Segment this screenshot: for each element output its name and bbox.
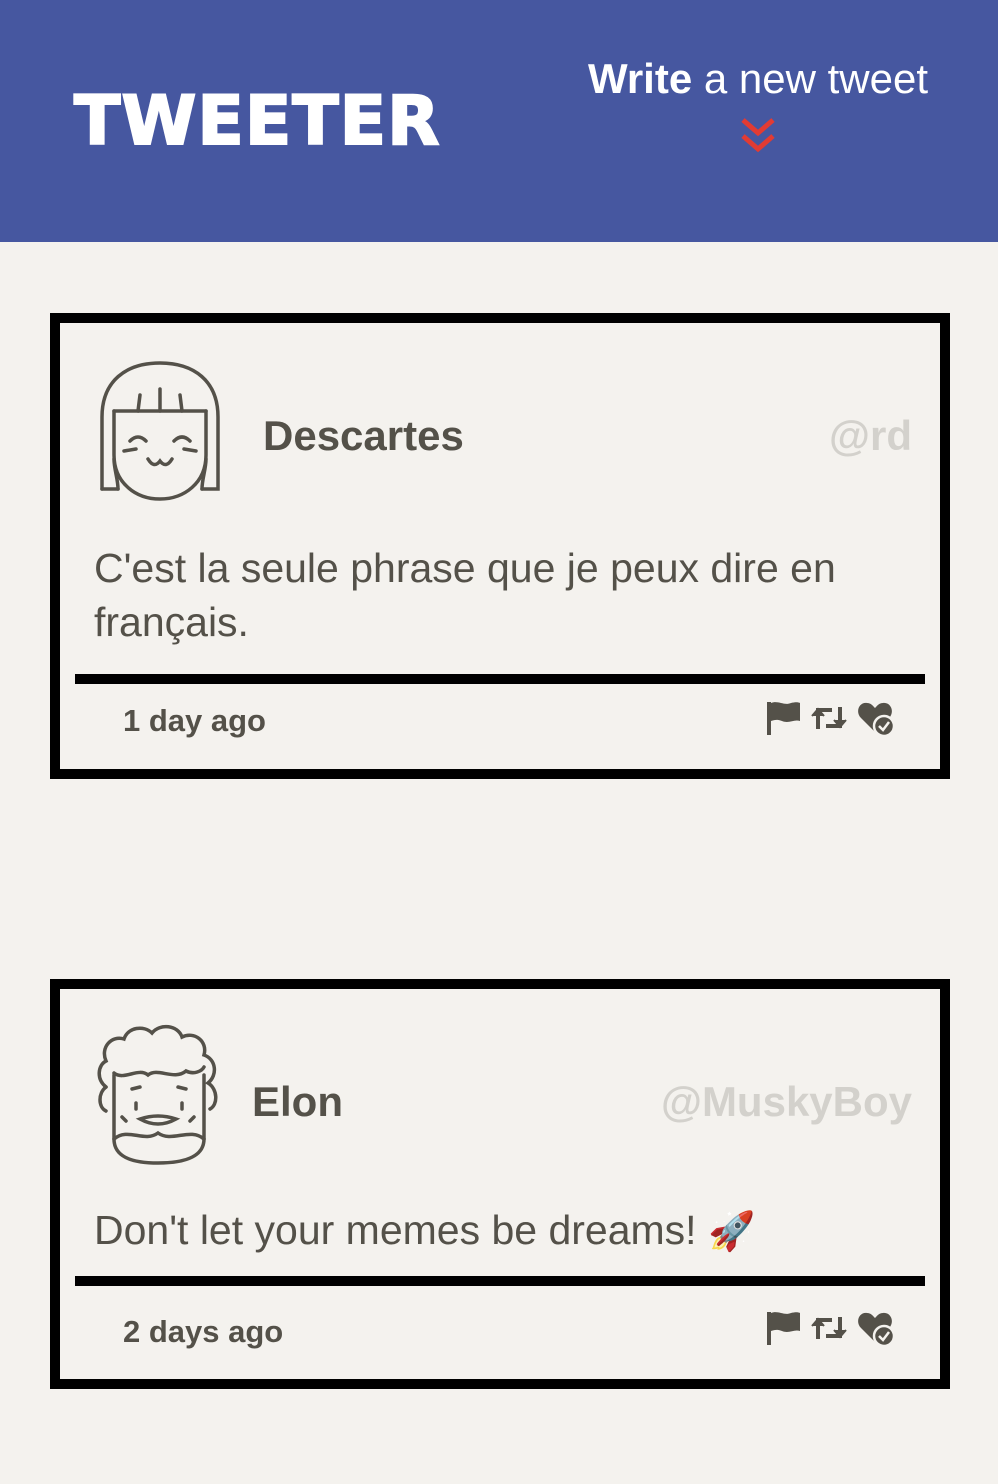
flag-icon[interactable] [764,1309,802,1347]
rocket-emoji: 🚀 [707,1211,756,1253]
user-name: Elon [252,1078,343,1125]
tweet-actions [764,1309,894,1347]
user-handle: @rd [829,412,912,459]
retweet-icon[interactable] [810,1309,848,1347]
heart-check-icon[interactable] [856,699,894,737]
heart-check-icon[interactable] [856,1309,894,1347]
tweet-timestamp: 1 day ago [123,703,266,738]
tweet-card: Descartes @rd C'est la seule phrase que … [50,313,950,779]
tweet-text: Don't let your memes be dreams! 🚀 [94,1207,756,1253]
flag-icon[interactable] [764,699,802,737]
compose-toggle[interactable]: Write a new tweet [588,54,928,156]
avatar [100,361,220,501]
brand-logo[interactable]: TWEETER [73,81,440,162]
user-handle: @MuskyBoy [660,1078,912,1125]
tweet-card: Elon @MuskyBoy Don't let your memes be d… [50,979,950,1389]
tweet-timestamp: 2 days ago [123,1314,284,1349]
double-chevron-down-icon[interactable] [738,116,778,156]
divider [75,674,925,684]
tweet-text: C'est la seule phrase que je peux dire e… [94,545,836,645]
divider [75,1276,925,1286]
user-name: Descartes [263,412,464,459]
compose-label: Write a new tweet [587,55,928,102]
avatar [97,1024,218,1165]
tweet-actions [764,699,894,737]
navbar: TWEETER Write a new tweet [0,0,998,242]
retweet-icon[interactable] [810,699,848,737]
